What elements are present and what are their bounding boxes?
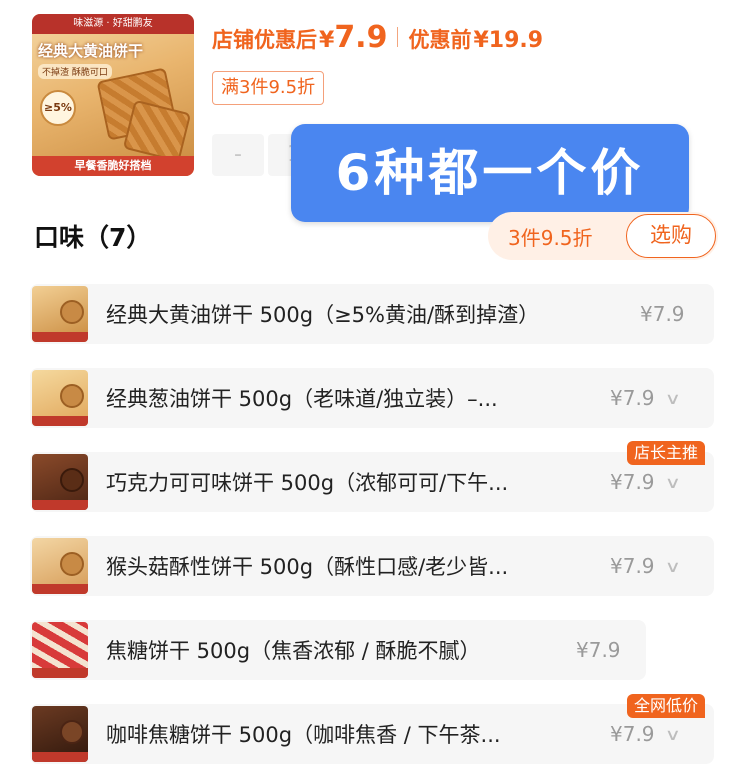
promo-tag: 满3件9.5折 <box>212 71 325 105</box>
thumb-subtitle: 不掉渣 酥脆可口 <box>38 64 112 79</box>
minus-button[interactable]: - <box>212 134 264 176</box>
option-price: ¥7.9 <box>610 554 655 578</box>
chevron-down-icon[interactable]: ∨ <box>664 725 680 744</box>
chevron-down-icon[interactable]: ∨ <box>664 389 680 408</box>
option-price: ¥7.9 <box>610 470 655 494</box>
lowest-price-badge: 全网低价 <box>627 694 706 718</box>
option-price: ¥7.9 <box>576 638 621 662</box>
option-thumbnail <box>32 622 88 678</box>
option-label: 猴头菇酥性饼干 500g（酥性口感/老少皆... <box>106 555 509 579</box>
flavor-option-chocolate[interactable]: 巧克力可可味饼干 500g（浓郁可可/下午... ¥7.9 ∨ <box>30 452 714 512</box>
thumb-brand: 味滋源 · 好甜鹏友 <box>32 14 194 34</box>
product-main-thumbnail[interactable]: 味滋源 · 好甜鹏友 经典大黄油饼干 不掉渣 酥脆可口 ≥5% 早餐香脆好搭档 <box>32 14 194 176</box>
option-label: 咖啡焦糖饼干 500g（咖啡焦香 / 下午茶... <box>106 723 501 747</box>
flavor-promo-pill: 3件9.5折 选购 <box>488 212 718 260</box>
flavor-option-scallion[interactable]: 经典葱油饼干 500g（老味道/独立装）–... ¥7.9 ∨ <box>30 368 714 428</box>
option-price: ¥7.9 <box>610 722 655 746</box>
flavor-option-coffee-caramel[interactable]: 咖啡焦糖饼干 500g（咖啡焦香 / 下午茶... ¥7.9 ∨ <box>30 704 714 764</box>
flavor-promo-text: 3件9.5折 <box>508 225 593 250</box>
option-label: 焦糖饼干 500g（焦香浓郁 / 酥脆不腻） <box>106 639 481 663</box>
thumb-title: 经典大黄油饼干 <box>38 42 144 60</box>
choose-button[interactable]: 选购 <box>626 214 716 258</box>
option-price: ¥7.9 <box>640 302 685 326</box>
price-after-value: 7.9 <box>334 20 388 55</box>
option-label: 经典葱油饼干 500g（老味道/独立装）–... <box>106 387 498 411</box>
chevron-down-icon[interactable]: ∨ <box>664 473 680 492</box>
flavor-option-caramel[interactable]: 焦糖饼干 500g（焦香浓郁 / 酥脆不腻） ¥7.9 <box>30 620 646 680</box>
biscuit-image <box>122 99 192 163</box>
price-before-value: ¥19.9 <box>473 28 544 53</box>
flavor-option-butter[interactable]: 经典大黄油饼干 500g（≥5%黄油/酥到掉渣） ¥7.9 <box>30 284 714 344</box>
option-thumbnail <box>32 454 88 510</box>
price-after-label: 店铺优惠后 <box>212 28 317 52</box>
price-divider <box>397 27 399 47</box>
price-line: 店铺优惠后 ¥ 7.9 优惠前 ¥19.9 <box>212 20 544 55</box>
chevron-down-icon[interactable]: ∨ <box>664 557 680 576</box>
store-recommend-badge: 店长主推 <box>627 441 706 465</box>
price-before-label: 优惠前 <box>408 28 472 52</box>
option-thumbnail <box>32 370 88 426</box>
option-label: 巧克力可可味饼干 500g（浓郁可可/下午... <box>106 471 509 495</box>
option-thumbnail <box>32 706 88 762</box>
option-price: ¥7.9 <box>610 386 655 410</box>
option-thumbnail <box>32 286 88 342</box>
overlay-banner: 6种都一个价 <box>291 124 689 222</box>
thumb-footer: 早餐香脆好搭档 <box>32 156 194 176</box>
flavor-section-title: 口味（7） <box>34 223 152 252</box>
price-after-yen: ¥ <box>319 28 335 53</box>
option-thumbnail <box>32 538 88 594</box>
option-label: 经典大黄油饼干 500g（≥5%黄油/酥到掉渣） <box>106 303 540 327</box>
flavor-option-mushroom[interactable]: 猴头菇酥性饼干 500g（酥性口感/老少皆... ¥7.9 ∨ <box>30 536 714 596</box>
thumb-percent-badge: ≥5% <box>40 90 76 126</box>
